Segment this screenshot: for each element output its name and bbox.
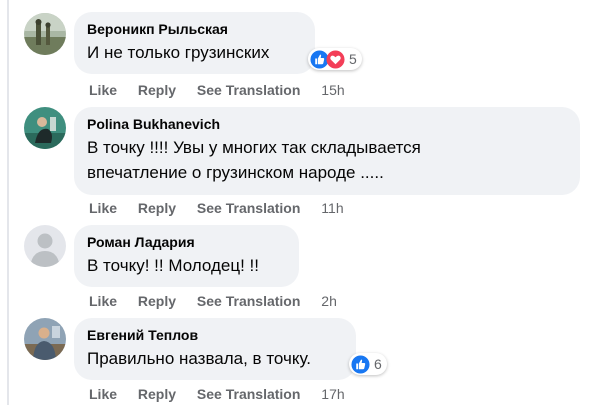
avatar[interactable] <box>24 225 66 267</box>
timestamp[interactable]: 15h <box>321 82 344 98</box>
see-translation-link[interactable]: See Translation <box>197 293 300 309</box>
love-icon <box>326 49 345 69</box>
comment-bubble: Роман Ладария В точку! !! Молодец! !! <box>74 225 299 287</box>
like-link[interactable]: Like <box>89 293 117 309</box>
timestamp[interactable]: 11h <box>321 200 343 216</box>
comment-author[interactable]: Polina Bukhanevich <box>87 115 568 133</box>
comment-actions: Like Reply See Translation 15h <box>89 82 362 102</box>
comment-author[interactable]: Роман Ладария <box>87 233 287 251</box>
comment-text: И не только грузинских <box>87 43 270 62</box>
comment-actions: Like Reply See Translation 17h <box>89 386 362 406</box>
avatar[interactable] <box>24 107 66 149</box>
see-translation-link[interactable]: See Translation <box>197 82 300 98</box>
reaction-summary[interactable]: 5 <box>308 48 362 70</box>
reaction-count: 6 <box>374 356 382 372</box>
reply-link[interactable]: Reply <box>138 200 176 216</box>
see-translation-link[interactable]: See Translation <box>197 386 300 402</box>
thread-line <box>7 0 9 405</box>
comment-text: В точку! !! Молодец! !! <box>87 256 259 275</box>
reply-link[interactable]: Reply <box>138 386 176 402</box>
reaction-count: 5 <box>349 51 357 67</box>
comment-author[interactable]: Вероникп Рыльская <box>87 20 303 38</box>
comment-bubble: Вероникп Рыльская И не только грузинских <box>74 12 315 74</box>
comment-bubble: Polina Bukhanevich В точку !!!! Увы у мн… <box>74 107 580 195</box>
reply-link[interactable]: Reply <box>138 82 176 98</box>
avatar[interactable] <box>24 13 66 55</box>
comment-bubble: Евгений Теплов Правильно назвала, в точк… <box>74 318 356 380</box>
like-link[interactable]: Like <box>89 200 117 216</box>
comment-text: Правильно назвала, в точку. <box>87 349 311 368</box>
like-icon <box>351 354 370 374</box>
comment-text: В точку !!!! Увы у многих так складывает… <box>87 138 421 182</box>
reply-link[interactable]: Reply <box>138 293 176 309</box>
comment-author[interactable]: Евгений Теплов <box>87 326 344 344</box>
see-translation-link[interactable]: See Translation <box>197 200 300 216</box>
avatar[interactable] <box>24 318 66 360</box>
timestamp[interactable]: 2h <box>321 293 337 309</box>
reaction-summary[interactable]: 6 <box>349 353 387 375</box>
like-link[interactable]: Like <box>89 82 117 98</box>
comment-actions: Like Reply See Translation 2h <box>89 293 354 313</box>
comment-actions: Like Reply See Translation 11h <box>89 200 361 220</box>
timestamp[interactable]: 17h <box>321 386 344 402</box>
like-link[interactable]: Like <box>89 386 117 402</box>
